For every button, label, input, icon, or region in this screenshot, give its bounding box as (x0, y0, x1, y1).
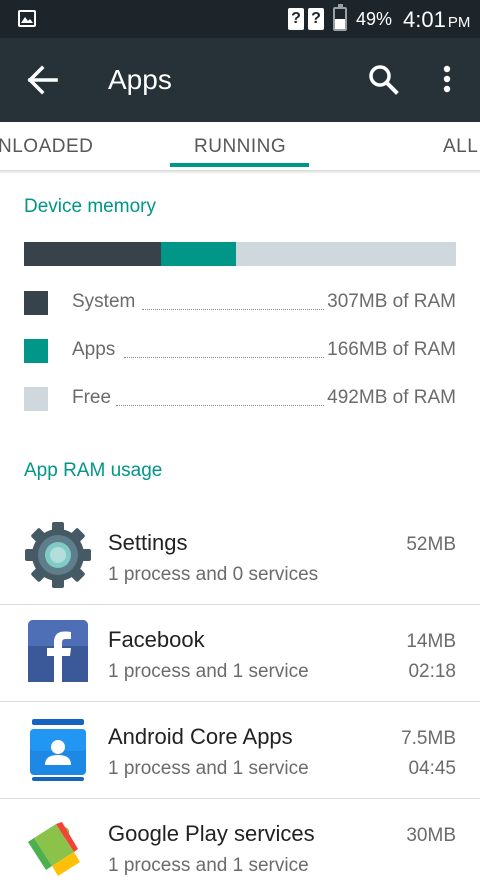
tab-running[interactable]: RUNNING (194, 136, 286, 158)
device-memory-title: Device memory (24, 196, 156, 217)
tab-bar: NLOADED RUNNING ALL (0, 122, 480, 170)
app-ram-size: 52MB (406, 534, 456, 555)
app-row-android-core-apps[interactable]: Android Core Apps 1 process and 1 servic… (0, 702, 480, 799)
app-name: Android Core Apps (108, 724, 293, 749)
app-ram-size: 30MB (406, 825, 456, 846)
app-bar: Apps (0, 38, 480, 122)
legend-swatch-apps (24, 339, 48, 363)
back-arrow-icon[interactable] (22, 64, 62, 96)
legend-value: 166MB of RAM (325, 339, 456, 361)
app-process-info: 1 process and 1 service (108, 855, 309, 876)
tab-shadow (0, 170, 480, 174)
clock-time: 4:01 (403, 7, 446, 32)
unknown-sim-icon: ? (308, 8, 324, 30)
legend-row-system: System 307MB of RAM (24, 288, 456, 318)
legend-label: System (72, 291, 138, 313)
legend-swatch-free (24, 387, 48, 411)
legend-swatch-system (24, 291, 48, 315)
memory-usage-bar (24, 242, 456, 266)
legend-value: 307MB of RAM (325, 291, 456, 313)
app-row-facebook[interactable]: Facebook 1 process and 1 service 14MB 02… (0, 605, 480, 702)
search-icon[interactable] (366, 62, 400, 96)
leader-dots (116, 405, 338, 406)
status-bar: ? ? 49% 4:01 PM (0, 0, 480, 38)
clock: 4:01 PM (403, 7, 470, 33)
clock-ampm: PM (447, 14, 471, 31)
gallery-icon (18, 10, 36, 27)
app-process-info: 1 process and 1 service (108, 758, 309, 779)
app-run-duration: 02:18 (408, 661, 456, 682)
app-name: Settings (108, 530, 188, 555)
app-row-settings[interactable]: Settings 1 process and 0 services 52MB (0, 508, 480, 605)
play-services-puzzle-icon (24, 812, 92, 880)
app-row-google-play-services[interactable]: Google Play services 1 process and 1 ser… (0, 799, 480, 896)
battery-fill (335, 19, 345, 29)
legend-label: Apps (72, 339, 118, 361)
battery-percent: 49% (356, 9, 393, 29)
contacts-icon (24, 715, 92, 783)
leader-dots (142, 309, 338, 310)
app-name: Facebook (108, 627, 205, 652)
settings-gear-icon (24, 521, 92, 589)
app-ram-size: 7.5MB (401, 728, 456, 749)
app-process-info: 1 process and 1 service (108, 661, 309, 682)
memory-bar-free (235, 242, 456, 266)
facebook-icon (24, 618, 92, 686)
tab-downloaded[interactable]: NLOADED (0, 136, 93, 158)
memory-bar-system (24, 242, 162, 266)
memory-bar-apps (161, 242, 236, 266)
legend-value: 492MB of RAM (325, 387, 456, 409)
legend-label: Free (72, 387, 114, 409)
leader-dots (124, 357, 338, 358)
app-process-info: 1 process and 0 services (108, 564, 319, 585)
app-run-duration: 04:45 (408, 758, 456, 779)
legend-row-free: Free 492MB of RAM (24, 384, 456, 414)
legend-row-apps: Apps 166MB of RAM (24, 336, 456, 366)
page-title: Apps (108, 64, 172, 95)
unknown-sim-icon: ? (288, 8, 304, 30)
active-tab-indicator (170, 163, 309, 167)
app-name: Google Play services (108, 821, 315, 846)
battery-icon (333, 4, 347, 31)
more-vert-icon[interactable] (436, 62, 458, 96)
app-ram-usage-title: App RAM usage (24, 460, 163, 481)
tab-all[interactable]: ALL (443, 136, 478, 158)
app-ram-size: 14MB (406, 631, 456, 652)
